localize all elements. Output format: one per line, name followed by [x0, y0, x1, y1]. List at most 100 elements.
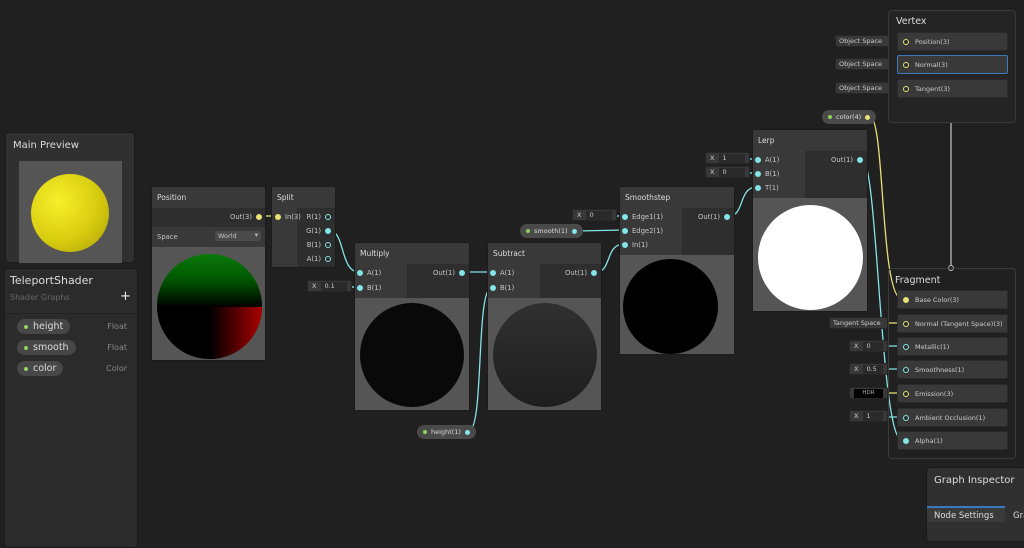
fragment-slot-normal[interactable]: Normal (Tangent Space)(3)	[897, 314, 1008, 333]
output-port[interactable]: Out(1)	[698, 211, 730, 223]
space-dropdown[interactable]: World ▾	[215, 231, 261, 241]
port-dot[interactable]	[325, 256, 331, 262]
ambient-occlusion-input[interactable]: X1	[849, 410, 888, 422]
height-property-node[interactable]: height(1)	[417, 425, 476, 439]
output-port-r[interactable]: R(1)	[307, 211, 331, 223]
emission-color-input[interactable]: HDR	[849, 387, 888, 399]
input-port-edge1[interactable]: Edge1(1)	[622, 211, 663, 223]
vertex-slot-tangent[interactable]: Tangent(3)	[897, 79, 1008, 98]
port-dot[interactable]	[490, 285, 496, 291]
port-dot[interactable]	[459, 270, 465, 276]
smoothstep-node[interactable]: Smoothstep Edge1(1) Edge2(1) In(1) Out(1…	[619, 186, 735, 355]
vertex-slot-normal[interactable]: Normal(3)	[897, 55, 1008, 74]
property-smooth[interactable]: smooth	[17, 340, 76, 355]
port-dot[interactable]	[755, 185, 761, 191]
input-port-b[interactable]: B(1)	[357, 282, 381, 294]
lerp-node[interactable]: Lerp A(1) B(1) T(1) Out(1)	[752, 129, 868, 312]
add-property-button[interactable]: +	[120, 289, 131, 304]
input-port[interactable]: In(3)	[275, 211, 301, 223]
metallic-input[interactable]: X0	[849, 340, 888, 352]
input-port-in[interactable]: In(1)	[622, 239, 648, 251]
value[interactable]: 0.1	[321, 281, 347, 291]
port-dot[interactable]	[256, 214, 262, 220]
port-dot[interactable]	[622, 228, 628, 234]
port-dot[interactable]	[464, 429, 470, 435]
main-preview-viewport[interactable]	[19, 161, 122, 263]
tab-node-settings[interactable]: Node Settings	[927, 506, 1005, 522]
fragment-slot-smoothness[interactable]: Smoothness(1)	[897, 360, 1008, 379]
split-node[interactable]: Split In(3) R(1) G(1) B(1) A(1)	[271, 186, 336, 268]
value[interactable]: 1	[719, 153, 745, 163]
port-dot[interactable]	[903, 61, 909, 68]
output-port[interactable]: Out(1)	[433, 267, 465, 279]
input-port-b[interactable]: B(1)	[755, 168, 779, 180]
multiply-node[interactable]: Multiply A(1) B(1) Out(1)	[354, 242, 470, 411]
value[interactable]: 0.5	[863, 364, 883, 374]
input-port-a[interactable]: A(1)	[357, 267, 381, 279]
port-dot[interactable]	[622, 242, 628, 248]
port-dot[interactable]	[275, 214, 281, 220]
property-color[interactable]: color	[17, 361, 64, 376]
value[interactable]: 1	[863, 411, 883, 421]
input-port-a[interactable]: A(1)	[755, 154, 779, 166]
fragment-slot-metallic[interactable]: Metallic(1)	[897, 337, 1008, 356]
output-port-a[interactable]: A(1)	[307, 253, 331, 265]
value[interactable]: 0	[719, 167, 745, 177]
port-dot[interactable]	[903, 320, 909, 327]
port-dot[interactable]	[903, 414, 909, 421]
smoothstep-edge1-input[interactable]: X0	[572, 209, 617, 221]
port-dot[interactable]	[591, 270, 597, 276]
port-dot[interactable]	[857, 157, 863, 163]
port-dot[interactable]	[903, 366, 909, 373]
port-dot[interactable]	[622, 214, 628, 220]
vertex-normal-space[interactable]: Object Space	[835, 58, 889, 70]
position-node[interactable]: Position Out(3) Space World ▾	[151, 186, 266, 361]
fragment-slot-emission[interactable]: Emission(3)	[897, 384, 1008, 403]
port-dot[interactable]	[755, 171, 761, 177]
port-dot[interactable]	[903, 296, 909, 303]
port-dot[interactable]	[490, 270, 496, 276]
port-dot[interactable]	[325, 228, 331, 234]
port-dot[interactable]	[903, 38, 909, 45]
property-height[interactable]: height	[17, 319, 71, 334]
input-port-b[interactable]: B(1)	[490, 282, 514, 294]
output-port[interactable]: Out(1)	[831, 154, 863, 166]
port-dot[interactable]	[357, 285, 363, 291]
vertex-tangent-space[interactable]: Object Space	[835, 82, 889, 94]
fragment-slot-ambient-occlusion[interactable]: Ambient Occlusion(1)	[897, 408, 1008, 427]
input-port-a[interactable]: A(1)	[490, 267, 514, 279]
normal-space-input[interactable]: Tangent Space	[829, 317, 888, 329]
port-dot[interactable]	[724, 214, 730, 220]
hdr-swatch[interactable]: HDR	[854, 388, 883, 398]
input-port-t[interactable]: T(1)	[755, 182, 779, 194]
fragment-slot-base-color[interactable]: Base Color(3)	[897, 290, 1008, 309]
tab-graph-settings[interactable]: Gra	[1007, 508, 1024, 524]
vertex-position-space[interactable]: Object Space	[835, 35, 889, 47]
output-port[interactable]: Out(3)	[230, 211, 262, 223]
output-port-b[interactable]: B(1)	[307, 239, 331, 251]
input-port-edge2[interactable]: Edge2(1)	[622, 225, 663, 237]
subtract-node[interactable]: Subtract A(1) B(1) Out(1)	[487, 242, 602, 411]
port-dot[interactable]	[325, 214, 331, 220]
value[interactable]: 0	[586, 210, 612, 220]
output-port[interactable]: Out(1)	[565, 267, 597, 279]
port-dot[interactable]	[571, 228, 577, 234]
port-dot[interactable]	[903, 343, 909, 350]
fragment-slot-alpha[interactable]: Alpha(1)	[897, 431, 1008, 450]
port-dot[interactable]	[755, 157, 761, 163]
smoothness-input[interactable]: X 0.5	[849, 363, 888, 375]
port-dot[interactable]	[325, 242, 331, 248]
port-dot[interactable]	[357, 270, 363, 276]
port-dot[interactable]	[903, 437, 909, 444]
color-property-node[interactable]: color(4)	[822, 110, 877, 124]
value[interactable]: 0	[863, 341, 883, 351]
output-port-g[interactable]: G(1)	[306, 225, 331, 237]
smooth-property-node[interactable]: smooth(1)	[520, 224, 583, 238]
multiply-b-input[interactable]: X 0.1	[307, 280, 352, 292]
lerp-b-input[interactable]: X0	[705, 166, 750, 178]
port-dot[interactable]	[903, 390, 909, 397]
lerp-a-input[interactable]: X1	[705, 152, 750, 164]
port-dot[interactable]	[865, 114, 871, 120]
vertex-slot-position[interactable]: Position(3)	[897, 32, 1008, 51]
port-dot[interactable]	[903, 85, 909, 92]
